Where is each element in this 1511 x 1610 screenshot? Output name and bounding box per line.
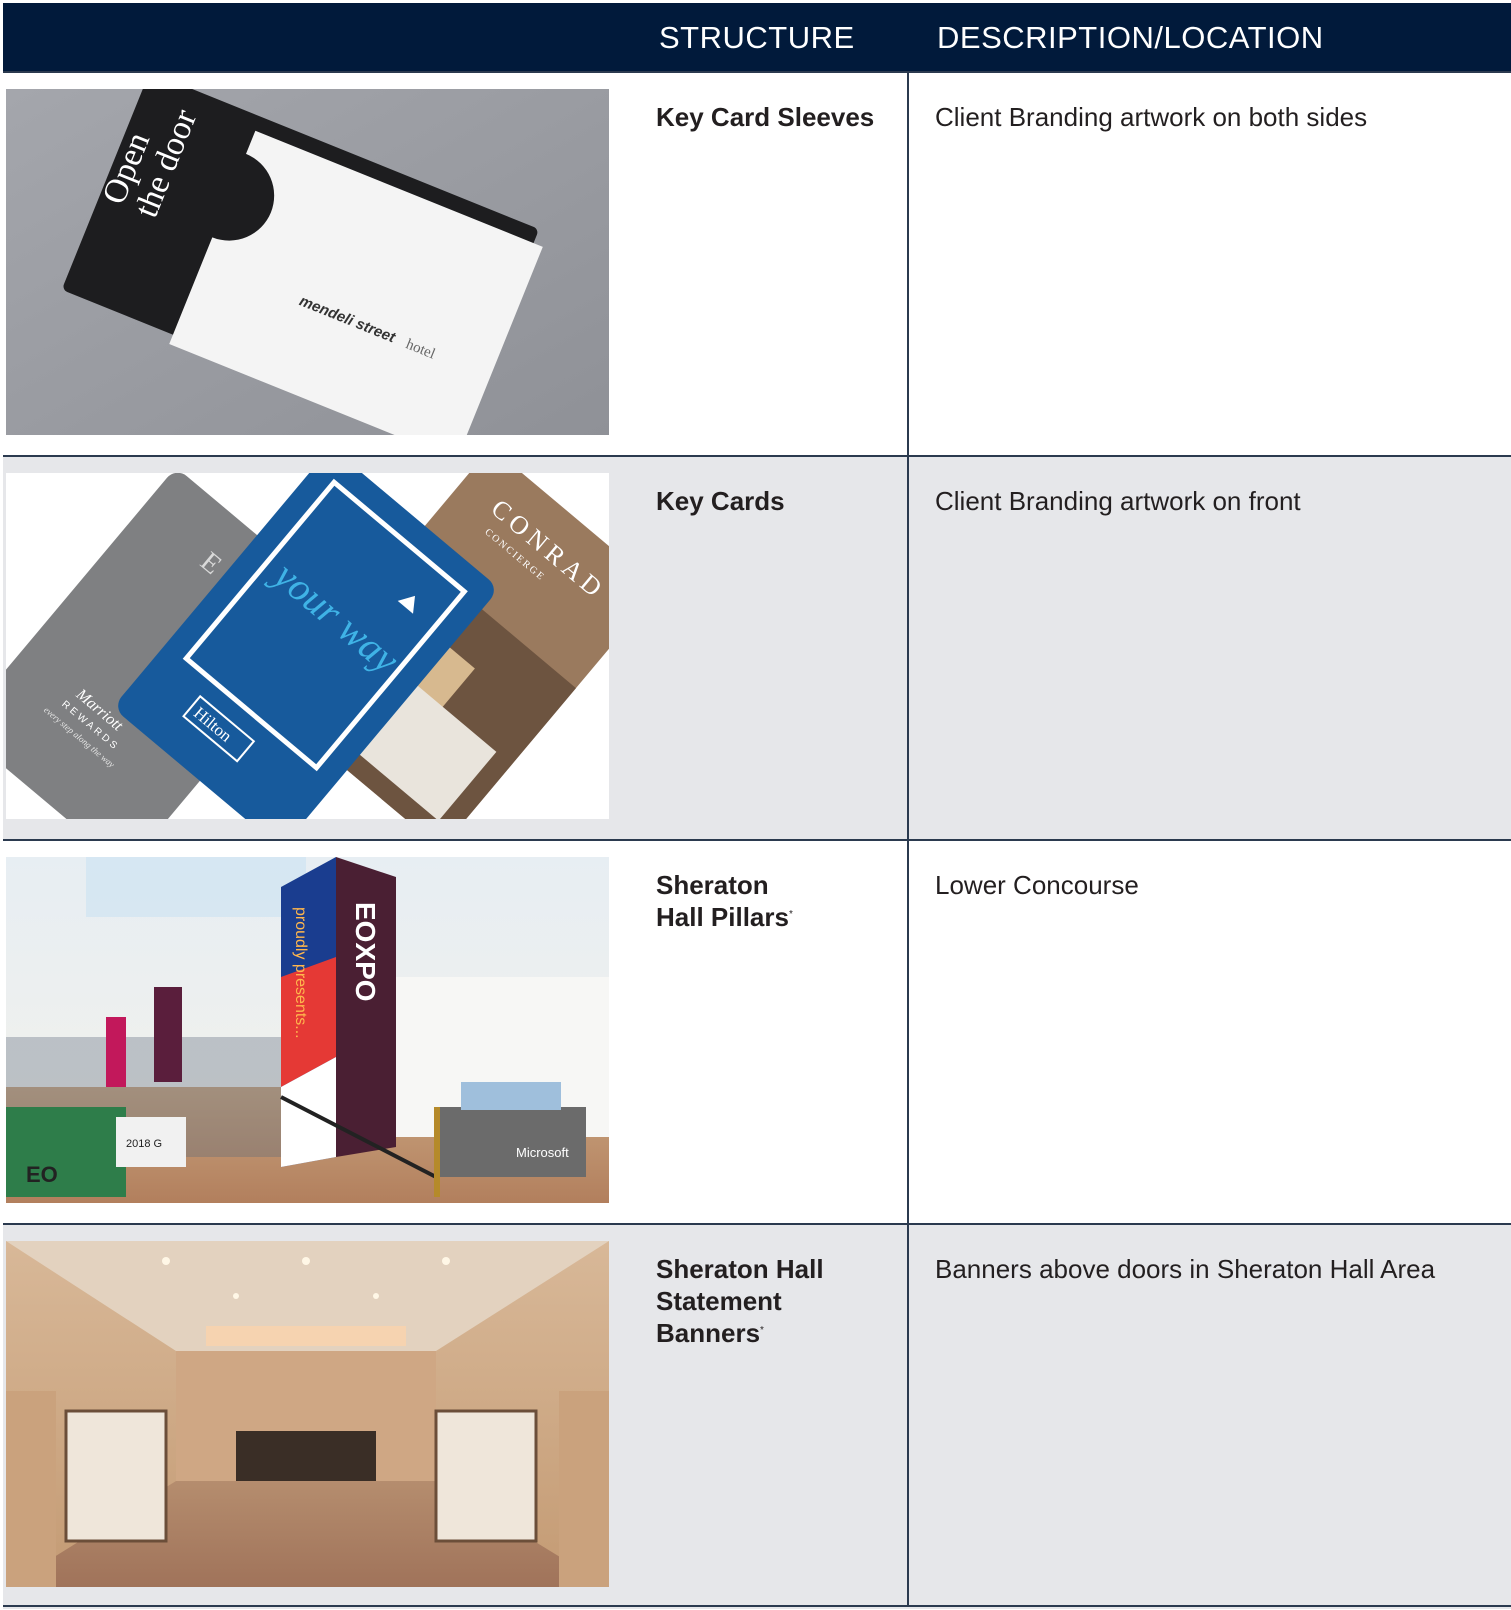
column-header-structure: STRUCTURE <box>659 20 855 55</box>
structures-table: STRUCTURE DESCRIPTION/LOCATION Open the … <box>3 3 1511 1609</box>
column-header-description: DESCRIPTION/LOCATION <box>937 20 1324 55</box>
table-bottom-rule <box>3 1605 1511 1607</box>
table-row: Open the door mendeli street hotel Key C… <box>3 71 1511 457</box>
structure-description: Client Branding artwork on front <box>935 486 1301 516</box>
structure-name: Sheraton Hall Pillars* <box>656 870 793 932</box>
pillar-tagline: proudly presents... <box>292 907 309 1039</box>
pillar-brand: EOXPO <box>350 902 381 1002</box>
table-header: STRUCTURE DESCRIPTION/LOCATION <box>3 3 1511 73</box>
asterisk-mark: * <box>760 1325 764 1336</box>
table-row: EO 2018 G EOXPO proudly presents... Micr… <box>3 839 1511 1225</box>
sheraton-hall-pillars-photo: EO 2018 G EOXPO proudly presents... Micr… <box>6 857 609 1203</box>
structure-name: Sheraton Hall Statement Banners* <box>656 1254 824 1348</box>
key-card-sleeve-photo: Open the door mendeli street hotel <box>6 89 609 435</box>
structure-description: Lower Concourse <box>935 870 1139 900</box>
booth-brand: Microsoft <box>516 1145 569 1160</box>
structure-name: Key Card Sleeves <box>656 102 875 132</box>
sheraton-hall-banners-photo <box>6 1241 609 1587</box>
year-sign: 2018 G <box>126 1138 162 1150</box>
table-row: CONRAD CONCIERGE E L Marriott REWARDS ev… <box>3 455 1511 841</box>
eo-logo: EO <box>26 1162 58 1187</box>
structure-description: Client Branding artwork on both sides <box>935 102 1368 132</box>
asterisk-mark: * <box>788 909 793 920</box>
table-row: Sheraton Hall Statement Banners* Banners… <box>3 1223 1511 1609</box>
key-cards-photo: CONRAD CONCIERGE E L Marriott REWARDS ev… <box>6 473 609 819</box>
column-divider <box>907 73 909 1607</box>
structure-description: Banners above doors in Sheraton Hall Are… <box>935 1254 1436 1284</box>
structure-name: Key Cards <box>656 486 785 516</box>
